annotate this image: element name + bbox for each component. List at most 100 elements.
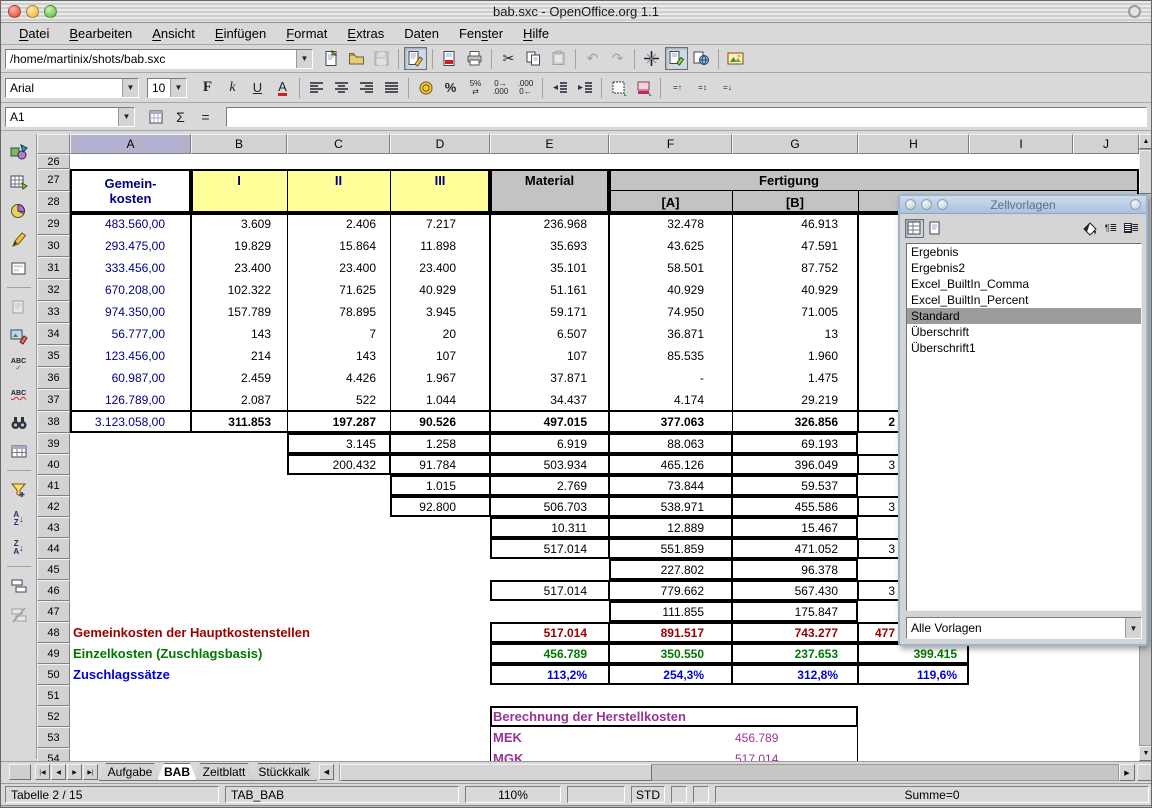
function-wizard-icon[interactable] [144, 105, 167, 128]
cell-F47[interactable]: 111.855 [609, 601, 732, 622]
menu-format[interactable]: Format [276, 24, 337, 43]
cell-A50[interactable]: Zuschlagssätze [73, 664, 170, 685]
cell-A29[interactable]: 483.560,00 [70, 213, 191, 235]
cell-F32[interactable]: 40.929 [609, 279, 732, 301]
tab-scroll-left-icon[interactable]: ◀ [319, 764, 334, 780]
window-menu-icon[interactable] [1128, 5, 1141, 18]
font-size-combo[interactable]: 10 ▼ [147, 78, 187, 98]
header-fertigung-a[interactable]: [A] [609, 191, 732, 213]
cell-D35[interactable]: 107 [390, 345, 490, 367]
cell-G44[interactable]: 471.052 [732, 538, 858, 559]
style-item-excel_builtin_percent[interactable]: Excel_BuiltIn_Percent [907, 292, 1141, 308]
column-header-G[interactable]: G [732, 134, 858, 154]
cell-C37[interactable]: 522 [287, 389, 390, 411]
cell-G46[interactable]: 567.430 [732, 580, 858, 601]
cell-A33[interactable]: 974.350,00 [70, 301, 191, 323]
style-item-standard[interactable]: Standard [907, 308, 1141, 324]
row-header-54[interactable]: 54 [37, 748, 70, 761]
cell-A37[interactable]: 126.789,00 [70, 389, 191, 411]
navigator-icon[interactable] [640, 47, 663, 70]
cell-A38[interactable]: 3.123.058,00 [70, 411, 191, 433]
row-header-48[interactable]: 48 [37, 622, 70, 643]
export-pdf-icon[interactable] [438, 47, 461, 70]
cell-F30[interactable]: 43.625 [609, 235, 732, 257]
cell-C34[interactable]: 7 [287, 323, 390, 345]
gallery-icon[interactable] [724, 47, 747, 70]
cell-D30[interactable]: 11.898 [390, 235, 490, 257]
style-filter-select[interactable]: Alle Vorlagen ▼ [906, 617, 1142, 639]
header-fertigung[interactable]: Fertigung [609, 169, 969, 191]
zoom-status[interactable]: 110% [465, 786, 561, 803]
row-header-36[interactable]: 36 [37, 367, 70, 389]
formula-input[interactable] [226, 107, 1147, 127]
print-icon[interactable] [463, 47, 486, 70]
page-style-status[interactable]: TAB_BAB [225, 786, 459, 803]
sum-status[interactable]: Summe=0 [715, 786, 1149, 803]
menu-bearbeiten[interactable]: Bearbeiten [59, 24, 142, 43]
document-url-value[interactable]: /home/martinix/shots/bab.sxc [6, 50, 296, 68]
cell-F49[interactable]: 350.550 [609, 643, 732, 664]
cell-B35[interactable]: 214 [191, 345, 287, 367]
cell-F37[interactable]: 4.174 [609, 389, 732, 411]
chevron-down-icon[interactable]: ▼ [170, 79, 186, 97]
new-style-icon[interactable]: ¶≣ [1101, 219, 1120, 238]
cell-A35[interactable]: 123.456,00 [70, 345, 191, 367]
cell-C31[interactable]: 23.400 [287, 257, 390, 279]
cell-G53[interactable]: 456.789 [732, 727, 858, 748]
cell-B38[interactable]: 311.853 [191, 411, 287, 433]
background-color-icon[interactable] [632, 76, 655, 99]
cell-D38[interactable]: 90.526 [390, 411, 490, 433]
style-item-ergebnis2[interactable]: Ergebnis2 [907, 260, 1141, 276]
cell-E30[interactable]: 35.693 [490, 235, 609, 257]
scroll-down-icon[interactable]: ▼ [1139, 746, 1152, 761]
column-header-B[interactable]: B [191, 134, 287, 154]
cell-A49[interactable]: Einzelkosten (Zuschlagsbasis) [73, 643, 262, 664]
row-header-33[interactable]: 33 [37, 301, 70, 323]
cell-styles-icon[interactable] [905, 219, 924, 238]
font-name-combo[interactable]: Arial ▼ [5, 78, 139, 98]
sum-icon[interactable]: Σ [169, 105, 192, 128]
row-header-31[interactable]: 31 [37, 257, 70, 279]
menu-extras[interactable]: Extras [337, 24, 394, 43]
find-replace-icon[interactable] [6, 410, 32, 435]
increase-indent-icon[interactable] [573, 76, 596, 99]
group-icon[interactable] [6, 573, 32, 598]
tab-splitter-handle[interactable] [9, 764, 31, 780]
cell-A32[interactable]: 670.208,00 [70, 279, 191, 301]
cell-G42[interactable]: 455.586 [732, 496, 858, 517]
row-header-43[interactable]: 43 [37, 517, 70, 538]
cell-C36[interactable]: 4.426 [287, 367, 390, 389]
style-item-überschrift1[interactable]: Überschrift1 [907, 340, 1141, 356]
row-header-34[interactable]: 34 [37, 323, 70, 345]
cell-F36[interactable]: - [609, 367, 732, 389]
header-gemeinkosten[interactable]: Gemein- kosten [70, 169, 191, 213]
dialog-stick-icon[interactable] [1130, 199, 1141, 210]
selection-mode-status[interactable]: STD [631, 786, 665, 803]
header-material[interactable]: Material [490, 169, 609, 191]
row-header-51[interactable]: 51 [37, 685, 70, 706]
sheet-nav-last-icon[interactable]: ▶| [83, 764, 98, 780]
cell-E50[interactable]: 113,2% [490, 664, 609, 685]
cell-C30[interactable]: 15.864 [287, 235, 390, 257]
cell-F42[interactable]: 538.971 [609, 496, 732, 517]
cell-E42[interactable]: 506.703 [490, 496, 609, 517]
chevron-down-icon[interactable]: ▼ [122, 79, 138, 97]
row-header-45[interactable]: 45 [37, 559, 70, 580]
menu-datei[interactable]: Datei [9, 24, 59, 43]
column-header-J[interactable]: J [1073, 134, 1139, 154]
align-left-icon[interactable] [305, 76, 328, 99]
cell-F31[interactable]: 58.501 [609, 257, 732, 279]
percent-format-icon[interactable]: % [439, 76, 462, 99]
cell-G50[interactable]: 312,8% [732, 664, 858, 685]
sheet-tab-bab[interactable]: BAB [157, 763, 197, 781]
cell-A36[interactable]: 60.987,00 [70, 367, 191, 389]
cell-F38[interactable]: 377.063 [609, 411, 732, 433]
font-size-value[interactable]: 10 [148, 79, 170, 97]
chevron-down-icon[interactable]: ▼ [1125, 618, 1141, 638]
cell-E53[interactable]: MEK [493, 727, 522, 748]
cell-F39[interactable]: 88.063 [609, 433, 732, 454]
cell-E37[interactable]: 34.437 [490, 389, 609, 411]
menu-ansicht[interactable]: Ansicht [142, 24, 205, 43]
page-styles-icon[interactable] [926, 219, 945, 238]
cell-G45[interactable]: 96.378 [732, 559, 858, 580]
